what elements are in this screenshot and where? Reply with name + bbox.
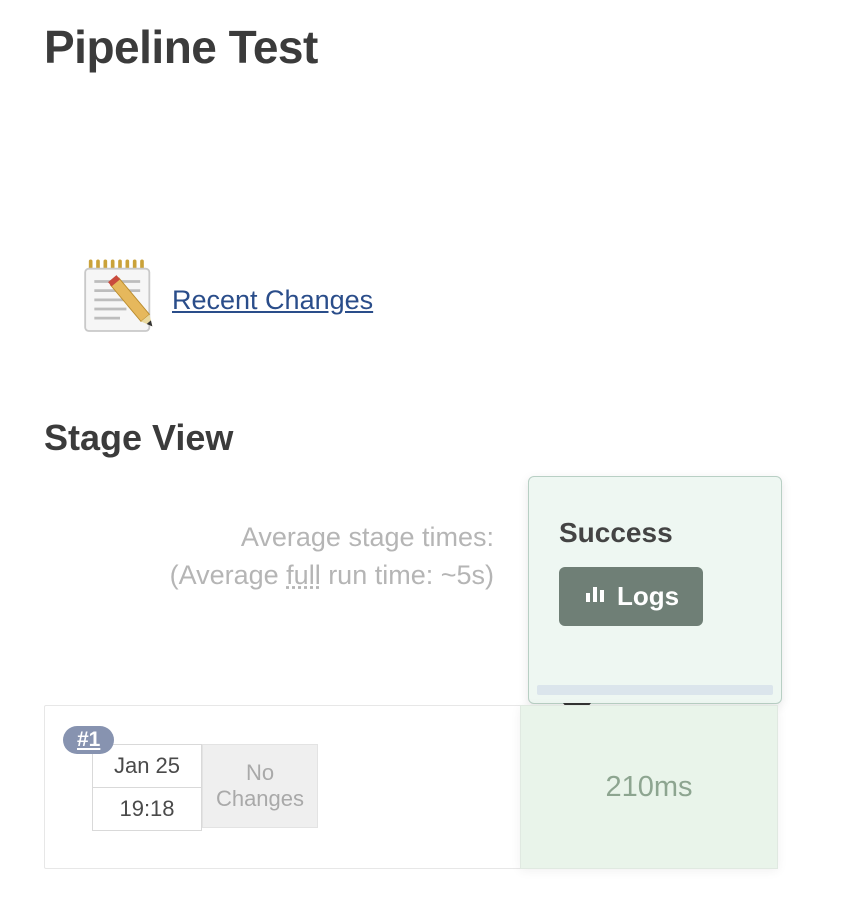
run-date: Jan 25 <box>93 745 201 788</box>
status-label: Success <box>559 517 757 549</box>
stage-cell-hello[interactable]: 210ms <box>520 705 778 869</box>
avg-full-word: full <box>286 560 321 590</box>
recent-changes-block: Recent Changes <box>76 254 852 347</box>
avg-stage-times-line: Average stage times: <box>44 519 494 557</box>
run-date-card: Jan 25 19:18 <box>92 744 202 831</box>
bar-chart-icon <box>583 581 607 612</box>
run-changes-card[interactable]: No Changes <box>202 744 318 828</box>
avg-suffix: run time: ~5s) <box>321 560 494 590</box>
logs-button[interactable]: Logs <box>559 567 703 626</box>
popup-progress-strip <box>537 685 773 695</box>
avg-prefix: (Average <box>170 560 287 590</box>
notepad-icon <box>76 254 164 347</box>
average-stage-times: Average stage times: (Average full run t… <box>44 519 494 595</box>
recent-changes-link[interactable]: Recent Changes <box>172 285 373 316</box>
page-title: Pipeline Test <box>44 20 852 74</box>
run-time: 19:18 <box>93 788 201 830</box>
stage-view-heading: Stage View <box>44 417 852 459</box>
stage-status-popup: Success Logs <box>528 476 782 704</box>
run-number-badge[interactable]: #1 <box>63 726 114 754</box>
logs-button-label: Logs <box>617 581 679 612</box>
avg-full-run-time-line: (Average full run time: ~5s) <box>44 557 494 595</box>
